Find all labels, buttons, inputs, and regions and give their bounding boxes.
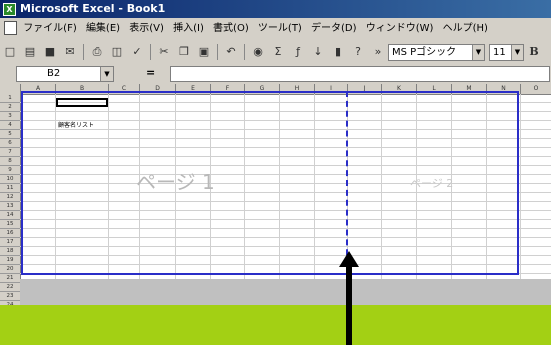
font-size-select[interactable]: 11 ▼ bbox=[489, 44, 524, 61]
undo-icon[interactable]: ↶ bbox=[223, 44, 239, 60]
up-arrow-icon bbox=[339, 251, 359, 345]
toolbar-separator bbox=[150, 44, 151, 60]
new-icon[interactable]: □ bbox=[2, 44, 18, 60]
outside-print-area bbox=[20, 279, 551, 305]
toolbar-separator bbox=[83, 44, 84, 60]
print-icon[interactable]: ⎙ bbox=[89, 44, 105, 60]
row-headers: 1 2 3 4 5 6 7 8 9 10 11 12 13 14 15 16 1… bbox=[0, 94, 21, 305]
help-icon[interactable]: ? bbox=[350, 44, 366, 60]
toolbar-options-icon[interactable]: » bbox=[370, 44, 386, 60]
menu-insert[interactable]: 挿入(I) bbox=[173, 23, 204, 34]
row-header[interactable]: 21 bbox=[0, 274, 20, 283]
formula-bar: B2 ▼ = bbox=[0, 64, 551, 82]
menu-format[interactable]: 書式(O) bbox=[213, 23, 249, 34]
row-header[interactable]: 18 bbox=[0, 247, 20, 256]
function-icon[interactable]: ƒ bbox=[290, 44, 306, 60]
row-header[interactable]: 11 bbox=[0, 184, 20, 193]
print-area-border[interactable] bbox=[21, 91, 519, 275]
copy-icon[interactable]: ❐ bbox=[176, 44, 192, 60]
row-header[interactable]: 24 bbox=[0, 301, 20, 305]
title-bar: X Microsoft Excel - Book1 bbox=[0, 0, 551, 18]
formula-input[interactable] bbox=[170, 66, 550, 82]
row-header[interactable]: 1 bbox=[0, 94, 20, 103]
paste-icon[interactable]: ▣ bbox=[196, 44, 212, 60]
row-header[interactable]: 22 bbox=[0, 283, 20, 292]
row-header[interactable]: 17 bbox=[0, 238, 20, 247]
name-box-value: B2 bbox=[47, 68, 61, 79]
excel-app-icon[interactable]: X bbox=[3, 3, 16, 16]
row-header[interactable]: 9 bbox=[0, 166, 20, 175]
select-all-corner[interactable] bbox=[0, 84, 21, 94]
row-header[interactable]: 10 bbox=[0, 175, 20, 184]
menu-bar: ファイル(F) 編集(E) 表示(V) 挿入(I) 書式(O) ツール(T) デ… bbox=[0, 18, 551, 40]
row-header[interactable]: 15 bbox=[0, 220, 20, 229]
font-name-select[interactable]: MS Pゴシック ▼ bbox=[388, 44, 485, 61]
italic-button[interactable]: I bbox=[546, 44, 551, 60]
standard-toolbar: □▤■✉⎙◫✓✂❐▣↶◉Σƒ↓▮?»MS Pゴシック▼11▼BI bbox=[0, 40, 551, 64]
print-preview-icon[interactable]: ◫ bbox=[109, 44, 125, 60]
row-header[interactable]: 7 bbox=[0, 148, 20, 157]
font-size-value: 11 bbox=[493, 47, 506, 58]
menu-edit[interactable]: 編集(E) bbox=[86, 23, 120, 34]
hyperlink-icon[interactable]: ◉ bbox=[250, 44, 266, 60]
chart-wizard-icon[interactable]: ▮ bbox=[330, 44, 346, 60]
excel-window: X Microsoft Excel - Book1 ファイル(F) 編集(E) 表… bbox=[0, 0, 551, 305]
menu-file[interactable]: ファイル(F) bbox=[23, 23, 77, 34]
menu-view[interactable]: 表示(V) bbox=[129, 23, 164, 34]
chevron-down-icon[interactable]: ▼ bbox=[100, 67, 113, 81]
row-header[interactable]: 4 bbox=[0, 121, 20, 130]
font-name-value: MS Pゴシック bbox=[392, 47, 457, 58]
row-header[interactable]: 12 bbox=[0, 193, 20, 202]
toolbar-separator bbox=[217, 44, 218, 60]
workbook-icon[interactable] bbox=[4, 21, 17, 35]
name-box[interactable]: B2 ▼ bbox=[16, 66, 114, 82]
equals-label[interactable]: = bbox=[146, 66, 155, 79]
row-header[interactable]: 20 bbox=[0, 265, 20, 274]
autosum-icon[interactable]: Σ bbox=[270, 44, 286, 60]
row-header[interactable]: 5 bbox=[0, 130, 20, 139]
row-header[interactable]: 14 bbox=[0, 211, 20, 220]
worksheet-grid[interactable]: A B C D E F G H I J K L M N O 1 2 3 4 5 … bbox=[0, 84, 551, 305]
chevron-down-icon[interactable]: ▼ bbox=[511, 45, 523, 60]
save-icon[interactable]: ■ bbox=[42, 44, 58, 60]
column-header[interactable]: O bbox=[521, 84, 551, 94]
menu-tools[interactable]: ツール(T) bbox=[258, 23, 302, 34]
open-icon[interactable]: ▤ bbox=[22, 44, 38, 60]
window-title: Microsoft Excel - Book1 bbox=[20, 2, 166, 15]
menu-window[interactable]: ウィンドウ(W) bbox=[366, 23, 434, 34]
page-break-line[interactable] bbox=[346, 91, 348, 275]
menu-help[interactable]: ヘルプ(H) bbox=[443, 23, 488, 34]
row-header[interactable]: 23 bbox=[0, 292, 20, 301]
row-header[interactable]: 16 bbox=[0, 229, 20, 238]
row-header[interactable]: 19 bbox=[0, 256, 20, 265]
spelling-icon[interactable]: ✓ bbox=[129, 44, 145, 60]
row-header[interactable]: 6 bbox=[0, 139, 20, 148]
row-header[interactable]: 2 bbox=[0, 103, 20, 112]
bold-button[interactable]: B bbox=[526, 44, 542, 60]
row-header[interactable]: 3 bbox=[0, 112, 20, 121]
email-icon[interactable]: ✉ bbox=[62, 44, 78, 60]
row-header[interactable]: 13 bbox=[0, 202, 20, 211]
sort-ascending-icon[interactable]: ↓ bbox=[310, 44, 326, 60]
menu-data[interactable]: データ(D) bbox=[311, 23, 357, 34]
chevron-down-icon[interactable]: ▼ bbox=[472, 45, 484, 60]
cut-icon[interactable]: ✂ bbox=[156, 44, 172, 60]
toolbar-separator bbox=[244, 44, 245, 60]
row-header[interactable]: 8 bbox=[0, 157, 20, 166]
